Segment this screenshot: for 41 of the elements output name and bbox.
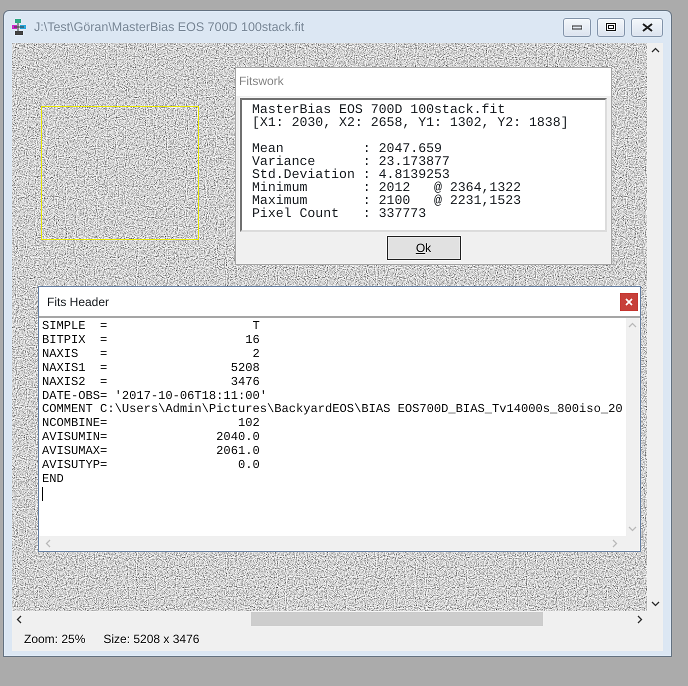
scroll-left-icon[interactable] xyxy=(16,614,22,624)
close-icon xyxy=(642,22,652,32)
app-icon xyxy=(12,19,28,35)
statistic-row: Mean : 2047.659 xyxy=(252,142,442,155)
region-coordinates: [X1: 2030, X2: 2658, Y1: 1302, Y2: 1838] xyxy=(252,116,569,129)
maximize-button[interactable] xyxy=(597,18,625,36)
scroll-down-icon[interactable] xyxy=(650,601,660,607)
window-title: J:\Test\Göran\MasterBias EOS 700D 100stack.fit xyxy=(34,18,306,36)
statistic-row: Variance : 23.173877 xyxy=(252,155,450,168)
header-line: AVISUTYP= 0.0 xyxy=(42,459,260,473)
header-line: NAXIS = 2 xyxy=(42,348,260,362)
minimize-button[interactable] xyxy=(563,18,591,36)
header-line: AVISUMAX= 2061.0 xyxy=(42,445,260,460)
header-line: NCOMBINE= 102 xyxy=(42,417,260,432)
statistic-row: Maximum : 2100 @ 2231,1523 xyxy=(252,194,522,207)
header-line: NAXIS1 = 5208 xyxy=(42,362,260,376)
zoom-status: Zoom: 25% xyxy=(24,631,86,648)
file-name: MasterBias EOS 700D 100stack.fit xyxy=(252,103,506,116)
header-line: COMMENT C:\Users\Admin\Pictures\BackyardEOS\BIAS EOS700D_BIAS_Tv14000s_800iso_20 xyxy=(42,403,623,418)
ok-button[interactable]: Ok xyxy=(386,236,460,260)
header-line: BITPIX = 16 xyxy=(42,334,260,348)
header-line: DATE-OBS= '2017-10-06T18:11:00' xyxy=(42,390,267,403)
scroll-up-icon[interactable] xyxy=(650,47,660,53)
statistic-row: Minimum : 2012 @ 2364,1322 xyxy=(252,181,522,194)
selection-rectangle[interactable] xyxy=(41,106,199,240)
dialog-title: Fitswork xyxy=(236,68,611,96)
minimize-icon xyxy=(572,24,582,30)
window-title: Fits Header xyxy=(47,294,110,310)
header-line: SIMPLE = T xyxy=(42,320,260,334)
statistic-row: Std.Deviation : 4.8139253 xyxy=(252,168,450,181)
scrollbar-thumb[interactable] xyxy=(251,612,543,626)
close-icon xyxy=(625,298,633,306)
text-cursor xyxy=(42,486,43,501)
scroll-right-icon[interactable] xyxy=(637,614,643,624)
header-line: AVISUMIN= 2040.0 xyxy=(42,431,260,446)
header-line: NAXIS2 = 3476 xyxy=(42,376,260,390)
header-line: END xyxy=(42,472,64,487)
restore-icon xyxy=(606,23,616,31)
size-status: Size: 5208 x 3476 xyxy=(103,631,200,648)
close-button[interactable] xyxy=(631,18,663,36)
statistic-row: Pixel Count : 337773 xyxy=(252,207,426,220)
